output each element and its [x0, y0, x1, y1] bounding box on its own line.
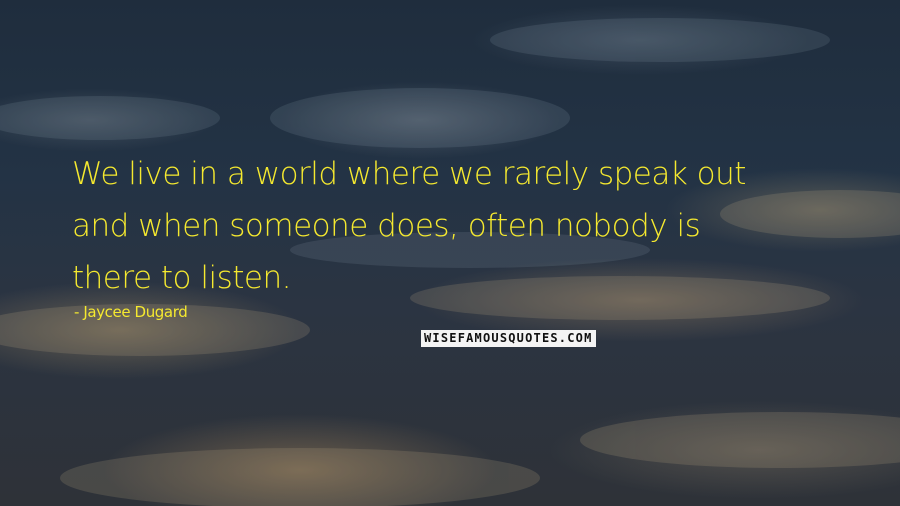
quote-line-3: there to listen. — [72, 260, 291, 296]
quote-line-1: We live in a world where we rarely speak… — [72, 156, 746, 192]
quote-text: We live in a world where we rarely speak… — [72, 148, 852, 304]
quote-line-2: and when someone does, often nobody is — [72, 208, 701, 244]
quote-image: We live in a world where we rarely speak… — [0, 0, 900, 506]
quote-author: - Jaycee Dugard — [74, 303, 188, 321]
site-watermark-logo: WISEFAMOUSQUOTES.COM — [421, 330, 596, 347]
